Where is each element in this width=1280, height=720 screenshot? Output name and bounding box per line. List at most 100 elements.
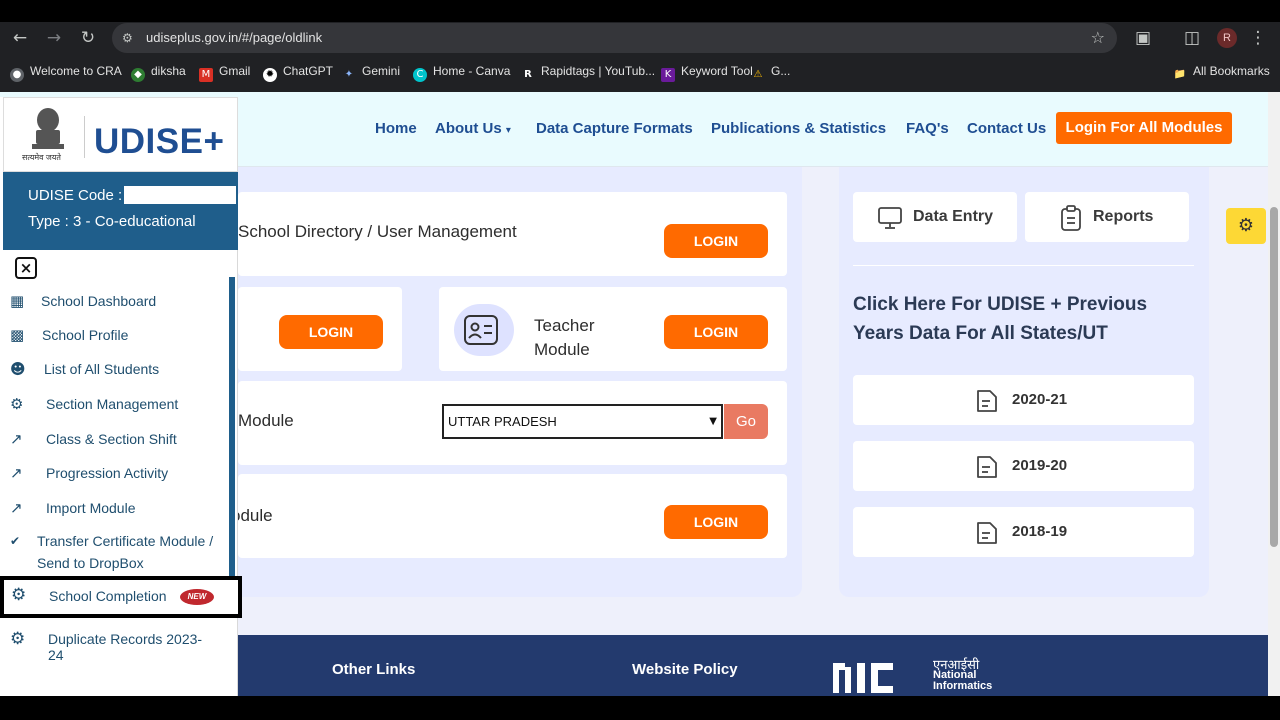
- sidebar-scrollbar[interactable]: [229, 277, 235, 597]
- all-bookmarks[interactable]: 📁 All Bookmarks: [1173, 64, 1270, 82]
- sidebar-item-duplicate-records[interactable]: ⚙ Duplicate Records 2023- 24: [0, 625, 230, 665]
- bookmark-cra[interactable]: ● Welcome to CRA: [10, 64, 122, 82]
- module-card-left: LOGIN: [238, 287, 402, 371]
- year-card-2018-19[interactable]: 2018-19: [853, 507, 1194, 557]
- footer-website-policy: Website Policy: [632, 661, 738, 678]
- year-label: 2018-19: [1012, 523, 1068, 540]
- browser-nav-row: ← → ↻ ⚙ udiseplus.gov.in/#/page/oldlink …: [0, 22, 1280, 54]
- year-card-2019-20[interactable]: 2019-20: [853, 441, 1194, 491]
- chatgpt-icon: ✹: [263, 68, 277, 82]
- state-module-title: Module: [238, 411, 294, 430]
- sidebar-item-import-module[interactable]: ↗ Import Module: [0, 494, 230, 524]
- sidebar-item-class-section-shift[interactable]: ↗ Class & Section Shift: [0, 425, 230, 455]
- login-all-modules-button[interactable]: Login For All Modules: [1056, 112, 1232, 144]
- bookmark-star-icon[interactable]: ☆: [1091, 28, 1105, 47]
- udise-code-box: UDISE Code : Type : 3 - Co-educational: [3, 172, 238, 250]
- rapidtags-icon: R: [524, 69, 532, 80]
- footer-other-links: Other Links: [332, 661, 416, 678]
- gemini-icon: ✦: [344, 69, 354, 80]
- caret-down-icon: ▾: [505, 125, 511, 136]
- teacher-module-login-button[interactable]: LOGIN: [664, 315, 768, 349]
- document-icon: [977, 522, 997, 544]
- module-left-login-button[interactable]: LOGIN: [279, 315, 383, 349]
- top-black-bar: [0, 0, 1280, 22]
- nic-line2: Informatics: [933, 680, 993, 692]
- document-icon: [977, 456, 997, 478]
- bookmark-gemini[interactable]: ✦ Gemini: [342, 64, 400, 82]
- sidebar-item-school-profile[interactable]: ▩ School Profile: [0, 321, 230, 351]
- diksha-icon: ◆: [131, 68, 145, 82]
- cog-badge-icon: ⚙: [10, 629, 26, 649]
- bookmark-keyword-tool[interactable]: K Keyword Tool: [661, 64, 753, 82]
- bookmark-warning[interactable]: ⚠ G...: [751, 64, 791, 82]
- grid-icon: ▦: [10, 292, 25, 310]
- nav-publications-statistics[interactable]: Publications & Statistics: [711, 120, 886, 137]
- reload-icon[interactable]: ↻: [76, 26, 100, 50]
- bottom-module-card: odule LOGIN: [231, 474, 787, 558]
- bottom-module-login-button[interactable]: LOGIN: [664, 505, 768, 539]
- screen: ← → ↻ ⚙ udiseplus.gov.in/#/page/oldlink …: [0, 0, 1280, 720]
- sidebar-item-progression-activity[interactable]: ↗ Progression Activity: [0, 459, 230, 489]
- site-settings-icon[interactable]: ⚙: [122, 30, 138, 46]
- sidebar-item-school-dashboard[interactable]: ▦ School Dashboard: [0, 287, 230, 317]
- nav-faqs[interactable]: FAQ's: [906, 120, 949, 137]
- chart-line-icon: ↗: [10, 499, 23, 517]
- sidebar-item-school-completion[interactable]: ⚙ School Completion NEW: [0, 576, 242, 618]
- folder-icon: 📁: [1173, 69, 1187, 80]
- keyword-tool-icon: K: [661, 68, 675, 82]
- year-label: 2019-20: [1012, 457, 1068, 474]
- go-button[interactable]: Go: [724, 404, 768, 439]
- school-directory-login-button[interactable]: LOGIN: [664, 224, 768, 258]
- bookmark-gmail[interactable]: M Gmail: [199, 64, 250, 82]
- bookmark-rapidtags[interactable]: R Rapidtags | YouTub...: [521, 64, 655, 82]
- udise-code-value: [124, 186, 236, 204]
- menu-dots-icon[interactable]: ⋮: [1246, 26, 1270, 50]
- school-type-label: Type : 3 - Co-educational: [28, 213, 196, 230]
- address-bar[interactable]: ⚙ udiseplus.gov.in/#/page/oldlink ☆: [112, 23, 1117, 53]
- extensions-icon[interactable]: ▣: [1131, 26, 1155, 50]
- nav-data-capture-formats[interactable]: Data Capture Formats: [536, 120, 693, 137]
- scrollbar-thumb[interactable]: [1270, 207, 1278, 547]
- nav-contact-us[interactable]: Contact Us: [967, 120, 1046, 137]
- gmail-icon: M: [199, 68, 213, 82]
- canva-icon: C: [413, 68, 427, 82]
- year-label: 2020-21: [1012, 391, 1068, 408]
- sidebar-item-transfer-certificate[interactable]: ✔ Transfer Certificate Module / Send to …: [0, 527, 230, 571]
- new-badge: NEW: [180, 589, 214, 605]
- bookmark-chatgpt[interactable]: ✹ ChatGPT: [263, 64, 333, 82]
- chart-line-icon: ↗: [10, 430, 23, 448]
- warning-icon: ⚠: [753, 69, 763, 80]
- school-directory-title: School Directory / User Management: [238, 222, 517, 241]
- logo-divider: [84, 116, 85, 158]
- nav-home[interactable]: Home: [375, 120, 417, 137]
- emblem-caption: सत्यमेव जयते: [22, 153, 61, 162]
- side-panel-icon[interactable]: ◫: [1180, 26, 1204, 50]
- chart-line-icon: ↗: [10, 464, 23, 482]
- bookmark-diksha[interactable]: ◆ diksha: [131, 64, 186, 82]
- back-arrow-icon[interactable]: ←: [8, 26, 32, 50]
- previous-years-heading[interactable]: Click Here For UDISE + Previous Years Da…: [853, 290, 1173, 348]
- page-scrollbar[interactable]: [1268, 92, 1280, 696]
- badge-icon: ✔: [10, 534, 21, 548]
- url-text[interactable]: udiseplus.gov.in/#/page/oldlink: [146, 30, 322, 45]
- settings-gear-icon[interactable]: ⚙: [1226, 208, 1266, 244]
- data-entry-tab[interactable]: Data Entry: [853, 192, 1017, 242]
- forward-arrow-icon[interactable]: →: [42, 26, 66, 50]
- udise-code-label: UDISE Code :: [28, 187, 123, 204]
- sidebar-item-list-of-students[interactable]: ☻ List of All Students: [0, 355, 230, 385]
- bottom-black-bar: [0, 696, 1280, 720]
- id-card-icon: [464, 315, 498, 345]
- reports-tab[interactable]: Reports: [1025, 192, 1189, 242]
- bookmark-canva[interactable]: C Home - Canva: [413, 64, 510, 82]
- profile-avatar[interactable]: R: [1217, 28, 1237, 48]
- teacher-icon-bubble: [454, 304, 514, 356]
- chevron-down-icon: ▼: [709, 416, 717, 427]
- nav-about-us[interactable]: About Us ▾: [435, 120, 511, 137]
- close-icon[interactable]: ×: [15, 257, 37, 279]
- year-card-2020-21[interactable]: 2020-21: [853, 375, 1194, 425]
- document-icon: [977, 390, 997, 412]
- state-select[interactable]: UTTAR PRADESH ▼: [442, 404, 723, 439]
- sidebar-item-section-management[interactable]: ⚙ Section Management: [0, 390, 230, 420]
- web-page: Home About Us ▾ Data Capture Formats Pub…: [0, 92, 1268, 696]
- bookmarks-bar: ● Welcome to CRA ◆ diksha M Gmail ✹ ChatGPT …: [0, 60, 1280, 84]
